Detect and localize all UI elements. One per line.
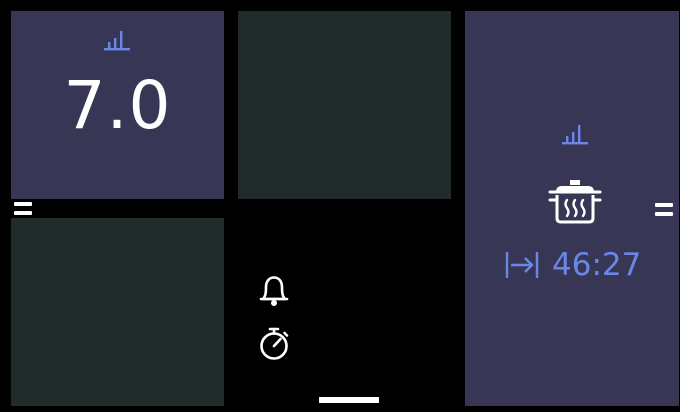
stopwatch-icon[interactable] <box>255 325 293 363</box>
cooking-zone-top-middle[interactable] <box>238 11 451 199</box>
cooking-pot-steam-icon <box>548 180 602 224</box>
bottom-handle-bar[interactable] <box>319 397 379 403</box>
power-level-value: 7.0 <box>63 67 172 144</box>
power-level-icon <box>104 31 130 51</box>
equals-handle-icon[interactable] <box>14 202 32 215</box>
cooking-timer[interactable]: 46:27 <box>505 247 642 283</box>
equals-handle-icon[interactable] <box>655 203 673 216</box>
cooking-zone-bottom-left[interactable] <box>11 218 224 406</box>
bell-icon[interactable] <box>255 271 293 309</box>
timer-arrow-icon <box>505 252 539 278</box>
power-level-icon <box>562 125 588 145</box>
timer-value: 46:27 <box>552 247 642 283</box>
